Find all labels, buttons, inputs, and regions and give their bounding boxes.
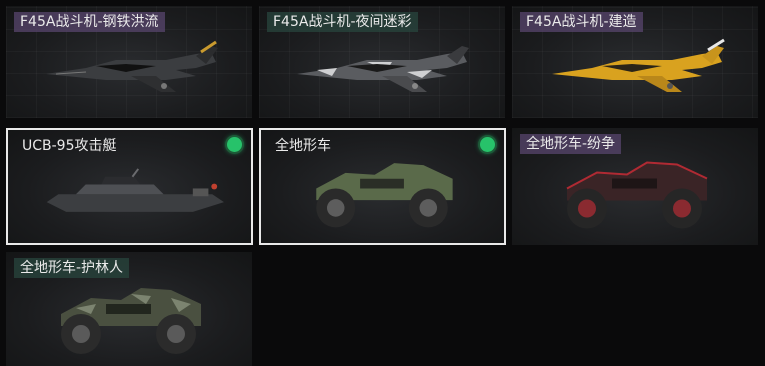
skin-card-label: UCB-95攻击艇 [22,138,117,154]
skin-card-3[interactable]: UCB-95攻击艇 [6,128,253,245]
skin-card-label: F45A战斗机-钢铁洪流 [14,12,165,32]
skin-card-label: 全地形车-护林人 [14,258,130,278]
skin-card-1[interactable]: F45A战斗机-夜间迷彩 [259,6,505,118]
skin-card-label: F45A战斗机-建造 [520,12,643,32]
skin-card-label: 全地形车-纷争 [520,134,622,154]
equipped-indicator-icon [227,137,242,152]
skin-card-0[interactable]: F45A战斗机-钢铁洪流 [6,6,252,118]
skin-card-6[interactable]: 全地形车-护林人 [6,252,252,366]
skin-card-label: 全地形车 [275,138,331,154]
vehicle-skin-grid: F45A战斗机-钢铁洪流 F45A战斗机-夜间迷彩 F45A战斗机-建造 UCB… [0,0,765,366]
skin-card-2[interactable]: F45A战斗机-建造 [512,6,758,118]
skin-card-5[interactable]: 全地形车-纷争 [512,128,758,245]
skin-card-label: F45A战斗机-夜间迷彩 [267,12,418,32]
equipped-indicator-icon [480,137,495,152]
skin-card-4[interactable]: 全地形车 [259,128,506,245]
